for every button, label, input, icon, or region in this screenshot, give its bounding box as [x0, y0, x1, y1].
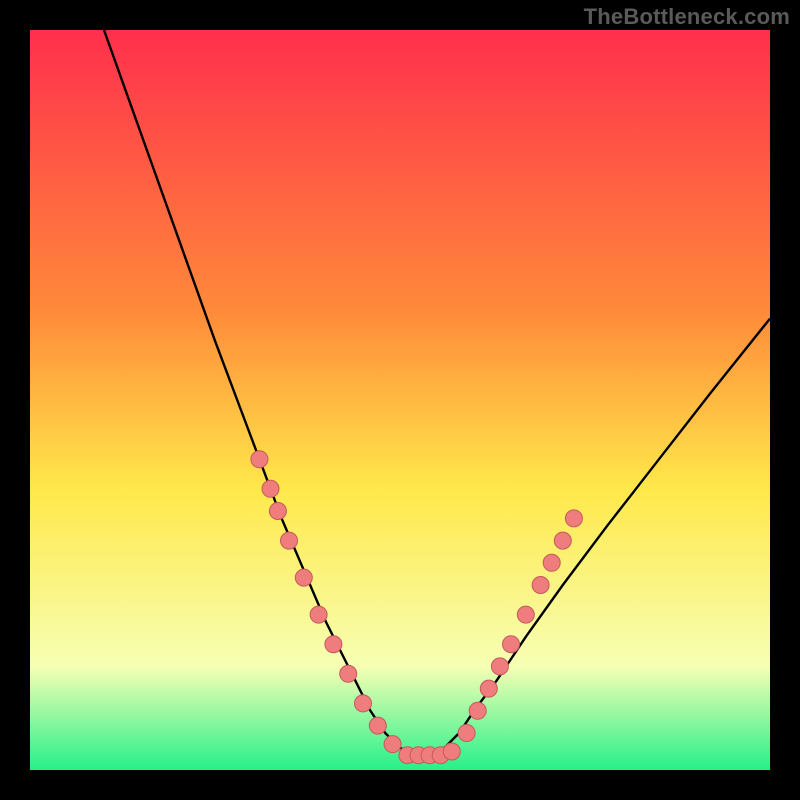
- data-marker: [491, 658, 508, 675]
- plot-area: [30, 30, 770, 770]
- data-marker: [480, 680, 497, 697]
- data-marker: [281, 532, 298, 549]
- data-marker: [384, 736, 401, 753]
- bottleneck-curve: [104, 30, 770, 755]
- data-marker: [443, 743, 460, 760]
- data-marker: [355, 695, 372, 712]
- data-marker: [325, 636, 342, 653]
- data-marker: [295, 569, 312, 586]
- data-marker: [517, 606, 534, 623]
- data-marker: [340, 665, 357, 682]
- data-marker: [503, 636, 520, 653]
- data-marker: [543, 554, 560, 571]
- data-marker: [310, 606, 327, 623]
- data-marker: [565, 510, 582, 527]
- chart-frame: TheBottleneck.com: [0, 0, 800, 800]
- data-marker: [532, 577, 549, 594]
- data-marker: [554, 532, 571, 549]
- marker-group: [251, 451, 583, 764]
- data-marker: [469, 702, 486, 719]
- chart-overlay: [30, 30, 770, 770]
- watermark-text: TheBottleneck.com: [584, 4, 790, 30]
- data-marker: [458, 725, 475, 742]
- data-marker: [269, 503, 286, 520]
- data-marker: [262, 480, 279, 497]
- data-marker: [369, 717, 386, 734]
- data-marker: [251, 451, 268, 468]
